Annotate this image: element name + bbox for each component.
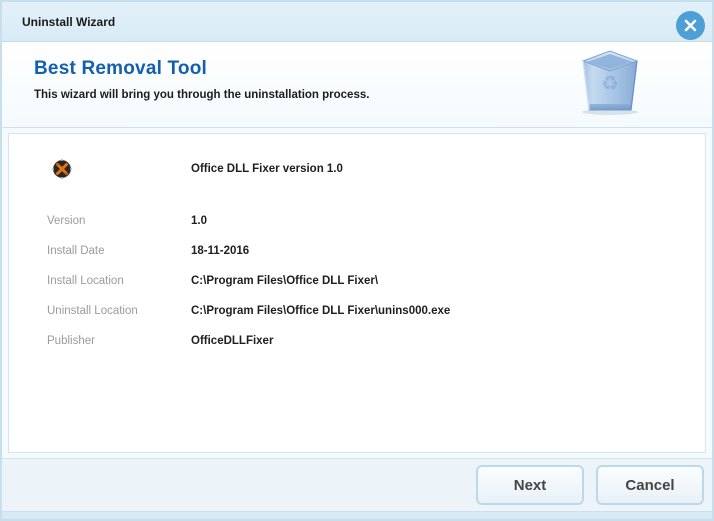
wizard-body: Office DLL Fixer version 1.0 Version 1.0…	[2, 128, 712, 458]
app-title: Office DLL Fixer version 1.0	[191, 163, 343, 175]
close-icon	[684, 19, 697, 32]
window-title: Uninstall Wizard	[22, 14, 116, 29]
detail-row-install-location: Install Location C:\Program Files\Office…	[47, 266, 705, 296]
details-panel: Office DLL Fixer version 1.0 Version 1.0…	[8, 133, 706, 453]
detail-label: Version	[47, 215, 86, 227]
detail-row-publisher: Publisher OfficeDLLFixer	[47, 326, 705, 356]
detail-label: Uninstall Location	[47, 305, 138, 317]
detail-label: Install Location	[47, 275, 124, 287]
cancel-button[interactable]: Cancel	[596, 465, 704, 505]
app-summary-row: Office DLL Fixer version 1.0	[47, 158, 705, 180]
detail-value: OfficeDLLFixer	[191, 335, 274, 347]
detail-value: C:\Program Files\Office DLL Fixer\unins0…	[191, 305, 451, 317]
detail-value: 1.0	[191, 215, 207, 227]
wizard-header: Best Removal Tool This wizard will bring…	[2, 42, 712, 128]
detail-label: Publisher	[47, 335, 95, 347]
titlebar: Uninstall Wizard	[2, 2, 712, 42]
detail-value: 18-11-2016	[191, 245, 250, 257]
detail-row-install-date: Install Date 18-11-2016	[47, 236, 705, 266]
window-bottom-edge	[2, 511, 712, 519]
close-button[interactable]	[676, 11, 705, 40]
footer-button-bar: Next Cancel	[2, 458, 712, 511]
recycle-bin-icon: ♻	[578, 46, 642, 121]
detail-row-uninstall-location: Uninstall Location C:\Program Files\Offi…	[47, 296, 705, 326]
uninstall-wizard-window: Uninstall Wizard Best Removal Tool This …	[0, 0, 714, 521]
detail-label: Install Date	[47, 245, 105, 257]
next-button[interactable]: Next	[476, 465, 584, 505]
app-icon	[51, 158, 73, 180]
detail-value: C:\Program Files\Office DLL Fixer\	[191, 275, 379, 287]
detail-row-version: Version 1.0	[47, 206, 705, 236]
svg-text:♻: ♻	[601, 73, 619, 95]
